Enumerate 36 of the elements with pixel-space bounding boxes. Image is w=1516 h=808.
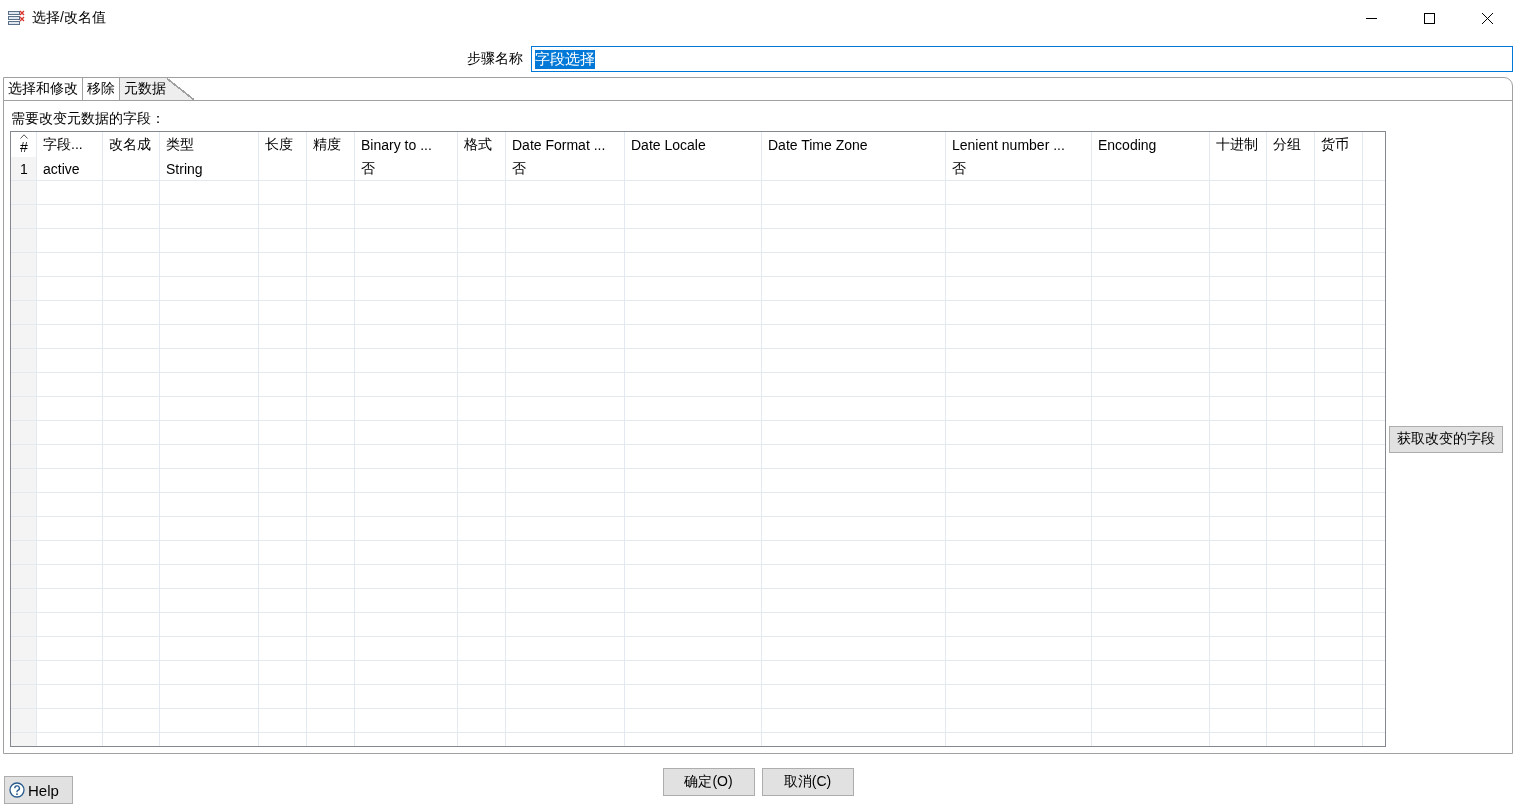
column-header[interactable]: 类型 [160,135,200,154]
column-header[interactable]: 字段... [37,135,89,154]
column-header[interactable]: 格式 [458,135,498,154]
table-cell-text: active [42,161,81,177]
help-icon [9,782,25,798]
column-header[interactable]: # [20,134,28,155]
row-number: 1 [20,161,28,177]
table-cell-text: 否 [511,160,527,178]
cancel-button[interactable]: 取消(C) [761,768,854,796]
column-header[interactable]: 十进制 [1210,135,1264,154]
column-header[interactable]: 精度 [307,135,347,154]
step-name-field[interactable]: 字段选择 [531,46,1513,72]
step-name-label: 步骤名称 [467,50,523,68]
ok-button[interactable]: 确定(O) [662,768,755,796]
table-cell-text: 否 [360,160,376,178]
column-header[interactable]: Encoding [1092,136,1163,153]
column-header[interactable]: 货币 [1315,135,1355,154]
column-header[interactable]: Date Format ... [506,136,612,153]
tab[interactable]: 元数据 [120,78,194,100]
column-header[interactable]: 分组 [1267,135,1307,154]
app-icon [8,10,25,26]
maximize-icon [1423,12,1435,24]
sort-caret-icon [20,134,28,139]
column-header[interactable]: Date Time Zone [762,136,874,153]
close-icon [1481,12,1493,24]
column-header[interactable]: Lenient number ... [946,136,1071,153]
column-header[interactable]: Binary to ... [355,136,438,153]
column-header[interactable]: 改名成 [103,135,157,154]
column-header[interactable]: 长度 [259,135,299,154]
help-button[interactable]: Help [4,776,73,804]
window-title: 选择/改名值 [32,9,107,27]
table-cell-text: 否 [951,160,967,178]
table-cell-text: String [165,161,204,177]
get-fields-button[interactable]: 获取改变的字段 [1389,425,1503,453]
fields-label: 需要改变元数据的字段： [10,109,166,128]
column-header[interactable]: Date Locale [625,136,712,153]
